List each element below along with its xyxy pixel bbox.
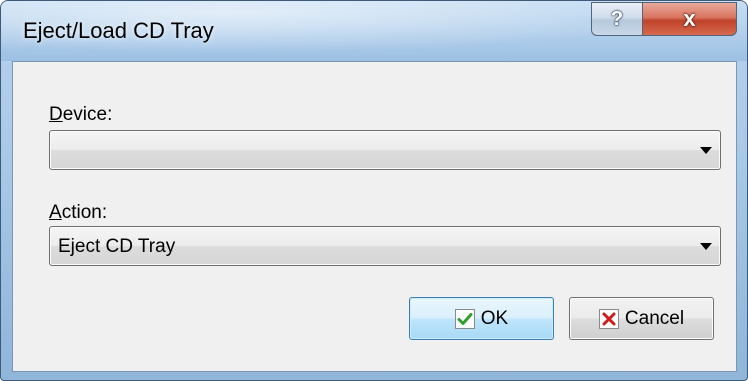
device-label: Device:	[49, 104, 113, 125]
dialog-body: Device: Action: Eject CD Tray OK Cancel	[12, 61, 737, 372]
dialog-window: Eject/Load CD Tray ? x Device: Action: E…	[0, 0, 748, 381]
action-dropdown[interactable]: Eject CD Tray	[49, 226, 721, 266]
cancel-button[interactable]: Cancel	[569, 297, 714, 340]
cancel-label: Cancel	[624, 307, 685, 329]
window-title: Eject/Load CD Tray	[23, 18, 214, 43]
help-button[interactable]: ?	[591, 2, 643, 36]
help-icon: ?	[610, 7, 624, 30]
ok-label: OK	[480, 307, 509, 329]
dropdown-arrow-icon	[700, 243, 712, 250]
close-button[interactable]: x	[642, 2, 737, 36]
ok-button[interactable]: OK	[409, 297, 554, 340]
close-icon: x	[683, 6, 696, 31]
x-mark-icon	[598, 308, 619, 329]
action-label: Action:	[49, 202, 108, 223]
dropdown-arrow-icon	[700, 147, 712, 154]
checkmark-icon	[454, 308, 475, 329]
device-dropdown[interactable]	[49, 130, 721, 170]
action-value: Eject CD Tray	[58, 236, 176, 257]
title-bar[interactable]: Eject/Load CD Tray ? x	[1, 1, 747, 61]
